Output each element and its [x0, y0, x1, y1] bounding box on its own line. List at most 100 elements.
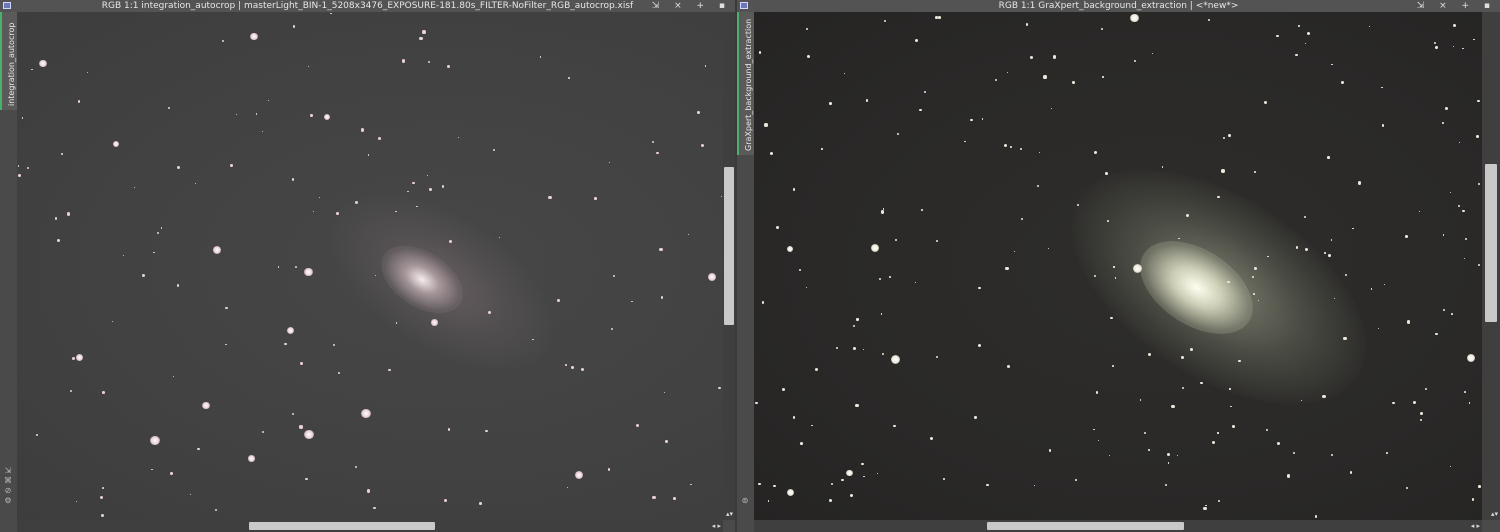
star: [556, 298, 561, 302]
star: [360, 128, 365, 132]
star: [897, 133, 899, 136]
star: [1331, 453, 1334, 456]
star: [213, 245, 222, 255]
star: [1167, 461, 1170, 464]
star: [1457, 205, 1460, 208]
view-id-label: integration_autocrop: [7, 22, 16, 106]
star: [861, 462, 864, 466]
readout-icon[interactable]: ⊘: [3, 486, 13, 496]
window-titlebar[interactable]: RGB 1:1 GraXpert_background_extraction |…: [737, 0, 1500, 12]
star: [929, 436, 934, 441]
star: [189, 493, 191, 496]
star: [1265, 428, 1269, 432]
star: [360, 408, 371, 419]
star: [1462, 47, 1464, 50]
vertical-scroll-thumb[interactable]: [1485, 164, 1497, 322]
star: [786, 488, 795, 497]
star: [831, 483, 834, 486]
star: [18, 174, 21, 177]
star: [1433, 41, 1436, 44]
star: [1005, 266, 1009, 270]
zoom-icon[interactable]: ⇲: [3, 466, 13, 476]
image-canvas[interactable]: [17, 12, 723, 520]
scroll-arrow-icon[interactable]: ◂ ▸: [1471, 522, 1480, 530]
star: [660, 296, 664, 299]
horizontal-scroll-thumb[interactable]: [249, 522, 435, 530]
star: [1405, 486, 1408, 490]
star: [1381, 86, 1383, 88]
star: [755, 401, 758, 405]
star: [850, 493, 853, 497]
star: [1047, 248, 1050, 250]
vertical-scrollbar[interactable]: ▴▾: [1482, 12, 1500, 520]
window-titlebar[interactable]: RGB 1:1 integration_autocrop | masterLig…: [0, 0, 735, 12]
star: [66, 212, 71, 216]
star: [1424, 387, 1428, 391]
star: [846, 469, 853, 476]
star: [312, 210, 315, 212]
star: [1093, 428, 1095, 431]
star: [855, 403, 859, 408]
star: [225, 344, 227, 346]
star: [426, 174, 428, 176]
star: [651, 140, 655, 144]
star: [194, 182, 196, 185]
image-canvas[interactable]: [754, 12, 1482, 520]
star: [1381, 123, 1385, 127]
scroll-arrow-icon[interactable]: ▴▾: [726, 510, 733, 518]
horizontal-scroll-thumb[interactable]: [987, 522, 1184, 530]
star: [1300, 399, 1303, 401]
star: [1463, 257, 1466, 260]
star: [21, 117, 24, 119]
star: [1161, 166, 1163, 168]
image-window-integration-autocrop[interactable]: RGB 1:1 integration_autocrop | masterLig…: [0, 0, 735, 532]
star: [1097, 439, 1099, 441]
star: [442, 185, 445, 188]
star: [431, 319, 438, 326]
star: [1478, 263, 1481, 267]
star: [1075, 479, 1078, 482]
star: [580, 368, 584, 372]
scroll-arrow-icon[interactable]: ◂ ▸: [712, 522, 721, 530]
star: [1212, 441, 1216, 445]
star: [1130, 13, 1139, 23]
star: [805, 28, 808, 31]
star: [718, 386, 721, 389]
window-controls[interactable]: ⇲ × + ▪: [652, 0, 731, 12]
star: [99, 496, 103, 500]
star: [1217, 432, 1219, 434]
star: [1019, 147, 1022, 151]
star: [303, 429, 314, 440]
star: [697, 111, 700, 114]
vertical-scroll-thumb[interactable]: [724, 167, 734, 325]
star: [1029, 55, 1034, 59]
star: [1148, 449, 1150, 451]
star: [564, 364, 567, 366]
star: [101, 390, 105, 394]
settings-icon[interactable]: ⚙: [3, 496, 13, 506]
star: [31, 68, 33, 70]
window-menu-icon[interactable]: [3, 2, 11, 9]
horizontal-scrollbar[interactable]: ◂ ▸: [17, 520, 723, 532]
star: [1452, 23, 1456, 27]
horizontal-scrollbar[interactable]: ◂ ▸: [754, 520, 1482, 532]
star: [1006, 365, 1010, 369]
star: [422, 30, 426, 34]
scroll-arrow-icon[interactable]: ▴▾: [1491, 510, 1498, 518]
window-menu-icon[interactable]: [740, 2, 748, 9]
star: [1467, 354, 1476, 363]
star: [1021, 218, 1024, 221]
readout-icon[interactable]: ⊚: [740, 496, 750, 506]
star: [221, 39, 224, 42]
vertical-scrollbar[interactable]: ▴▾: [723, 12, 735, 520]
image-window-graxpert[interactable]: RGB 1:1 GraXpert_background_extraction |…: [737, 0, 1500, 532]
window-controls[interactable]: ⇲ × + ▪: [1417, 0, 1496, 12]
star: [663, 392, 665, 394]
star: [1324, 252, 1326, 254]
pan-icon[interactable]: ⌘: [3, 476, 13, 486]
star: [759, 51, 762, 54]
star: [665, 440, 668, 444]
star: [1314, 515, 1318, 518]
star: [292, 178, 295, 181]
star: [880, 210, 885, 214]
